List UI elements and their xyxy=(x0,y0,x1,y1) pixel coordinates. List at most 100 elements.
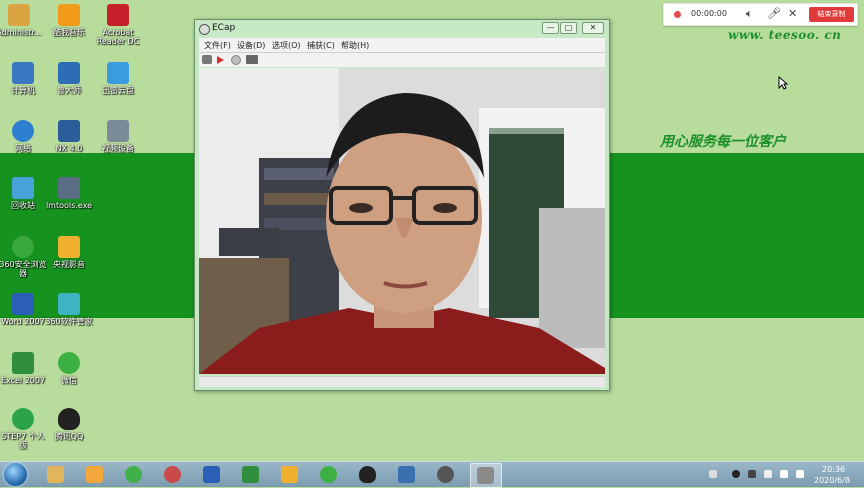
keyboard-icon[interactable] xyxy=(709,470,717,478)
menu-options[interactable]: 选项(O) xyxy=(272,40,301,51)
desktop-icon-qq[interactable]: 腾讯QQ xyxy=(44,408,94,441)
qq-icon xyxy=(359,466,376,483)
window-titlebar[interactable]: ECap — □ ✕ xyxy=(195,20,609,37)
desktop-icon-acrobat[interactable]: Acrobat Reader DC xyxy=(93,4,143,46)
desktop-icon-label: Acrobat Reader DC xyxy=(96,28,140,46)
taskbar-explorer[interactable] xyxy=(41,463,71,486)
qq-penguin-icon xyxy=(58,408,80,430)
ecap-icon xyxy=(477,467,494,484)
desktop-icon-label: 微信 xyxy=(61,376,77,385)
desktop-icon-label: 酷我音乐 xyxy=(53,28,85,37)
folder-icon xyxy=(8,4,30,26)
lmtools-icon xyxy=(58,177,80,199)
menu-help[interactable]: 帮助(H) xyxy=(341,40,369,51)
microphone-icon[interactable]: 🎤︎ xyxy=(767,8,781,20)
menu-device[interactable]: 设备(D) xyxy=(237,40,265,51)
stop-icon[interactable] xyxy=(231,55,241,65)
toolbar xyxy=(199,53,605,67)
close-button[interactable]: ✕ xyxy=(582,22,604,34)
taskbar-word[interactable] xyxy=(197,463,227,486)
taskbar-ecap[interactable] xyxy=(470,463,502,488)
browser-360-icon xyxy=(125,466,142,483)
settings-icon[interactable] xyxy=(246,55,258,64)
desktop-icon-360-software[interactable]: 360软件管家 xyxy=(44,293,94,326)
close-icon[interactable]: ✕ xyxy=(788,8,797,20)
network-tray-icon[interactable] xyxy=(780,470,788,478)
software-icon xyxy=(86,466,103,483)
taskbar-360-browser[interactable] xyxy=(119,463,149,486)
ecap-window[interactable]: ECap — □ ✕ 文件(F) 设备(D) 选项(O) 捕获(C) 帮助(H) xyxy=(194,19,610,391)
taskbar-microphone[interactable] xyxy=(431,463,461,486)
desktop-icon-xunlei[interactable]: 迅雷云盘 xyxy=(93,62,143,95)
minimize-button[interactable]: — xyxy=(542,22,559,34)
software-manager-icon xyxy=(58,293,80,315)
camera-preview xyxy=(199,68,605,374)
desktop-icon-video-device[interactable]: 视频设备 xyxy=(93,120,143,153)
taskbar: 20:36 2020/6/8 xyxy=(0,461,864,488)
computer-icon xyxy=(12,62,34,84)
tray-app-icon[interactable] xyxy=(748,470,756,478)
desktop-icon-label: 迅雷云盘 xyxy=(102,86,134,95)
stop-recording-button[interactable]: 结束录制 xyxy=(809,7,854,22)
taskbar-ecap-network[interactable] xyxy=(392,463,422,486)
clock-time[interactable]: 20:36 xyxy=(822,465,845,474)
webcam-feed-image xyxy=(199,68,605,374)
maximize-button[interactable]: □ xyxy=(560,22,577,34)
menu-file[interactable]: 文件(F) xyxy=(204,40,231,51)
word-icon xyxy=(12,293,34,315)
taskbar-wechat[interactable] xyxy=(314,463,344,486)
desktop-icon-label: 央视影音 xyxy=(53,260,85,269)
speaker-icon[interactable]: 🔈︎ xyxy=(746,8,753,20)
desktop-icon-wechat[interactable]: 微信 xyxy=(44,352,94,385)
desktop-icon-360-browser[interactable]: 360安全浏览器 xyxy=(0,236,48,278)
desktop-icon-cctv[interactable]: 央视影音 xyxy=(44,236,94,269)
desktop-icon-lmtools[interactable]: lmtools.exe xyxy=(44,177,94,210)
window-title: ECap xyxy=(212,23,236,33)
desktop-icon-label: 腾讯QQ xyxy=(54,432,84,441)
mouse-cursor-icon xyxy=(778,76,788,90)
desktop-icon-label: 360安全浏览器 xyxy=(0,260,47,278)
volume-icon[interactable] xyxy=(796,470,804,478)
desktop-icon-recycle-bin[interactable]: 回收站 xyxy=(0,177,48,210)
excel-icon xyxy=(12,352,34,374)
taskbar-excel[interactable] xyxy=(236,463,266,486)
desktop-icon-nx[interactable]: NX 4.0 xyxy=(44,120,94,153)
desktop-icon-label: STEP7 个人版 xyxy=(1,432,45,450)
taskbar-qq[interactable] xyxy=(353,463,383,486)
word-icon xyxy=(203,466,220,483)
start-button[interactable] xyxy=(4,463,27,486)
step7-icon xyxy=(12,408,34,430)
desktop-icon-kuwo[interactable]: 酷我音乐 xyxy=(44,4,94,37)
desktop-icon-label: NX 4.0 xyxy=(55,144,83,153)
nx-icon xyxy=(58,120,80,142)
desktop-icon-step7[interactable]: STEP7 个人版 xyxy=(0,408,48,450)
record-icon[interactable] xyxy=(217,56,224,64)
wechat-icon xyxy=(58,352,80,374)
taskbar-cctv[interactable] xyxy=(275,463,305,486)
desktop-icon-excel[interactable]: Excel 2007 xyxy=(0,352,48,385)
desktop-icon-label: Word 2007 xyxy=(1,317,45,326)
microphone-icon xyxy=(437,466,454,483)
camera-icon[interactable] xyxy=(202,55,212,64)
desktop-icon-label: 回收站 xyxy=(11,201,35,210)
desktop-icon-label: 网络 xyxy=(15,144,31,153)
kuwo-music-icon xyxy=(58,4,80,26)
menu-bar: 文件(F) 设备(D) 选项(O) 捕获(C) 帮助(H) xyxy=(199,38,605,53)
clock-date[interactable]: 2020/6/8 xyxy=(814,476,850,485)
screen-recorder-bar: 00:00:00 🔈︎ 🎤︎ ✕ 结束录制 xyxy=(663,3,858,26)
desktop-icon-computer[interactable]: 计算机 xyxy=(0,62,48,95)
device-icon[interactable] xyxy=(764,470,772,478)
desktop-icon-ludashi[interactable]: 鲁大师 xyxy=(44,62,94,95)
taskbar-tools[interactable] xyxy=(158,463,188,486)
desktop-icon-label: 计算机 xyxy=(11,86,35,95)
taskbar-software[interactable] xyxy=(80,463,110,486)
webcam-icon xyxy=(107,120,129,142)
qq-tray-icon[interactable] xyxy=(732,470,740,478)
desktop-icon-label: Administr... xyxy=(0,28,42,37)
desktop-icon-administrator[interactable]: Administr... xyxy=(0,4,44,37)
menu-capture[interactable]: 捕获(C) xyxy=(307,40,335,51)
desktop-icon-network[interactable]: 网络 xyxy=(0,120,48,153)
desktop-icon-word[interactable]: Word 2007 xyxy=(0,293,48,326)
xunlei-cloud-icon xyxy=(107,62,129,84)
window-status-bar xyxy=(199,376,605,387)
